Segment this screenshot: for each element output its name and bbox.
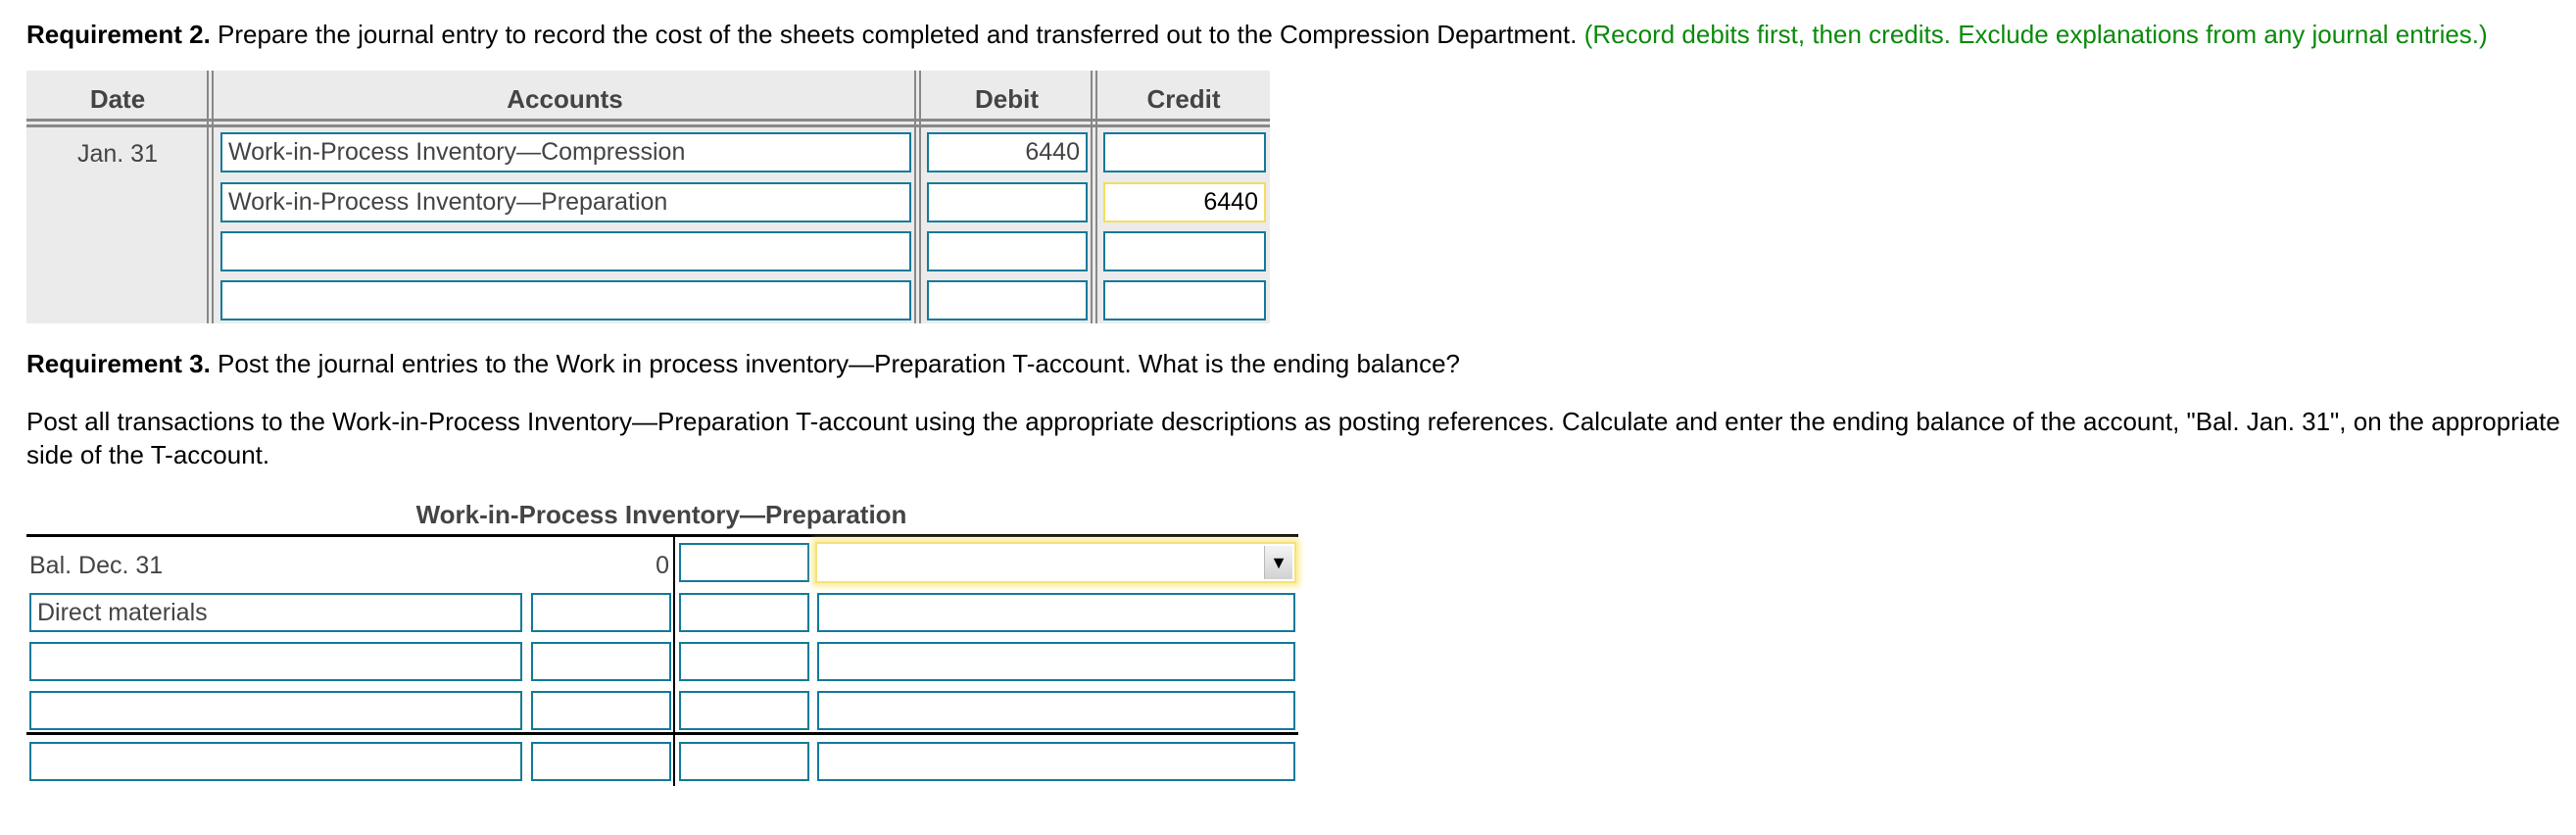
debit-input[interactable]: [927, 231, 1088, 271]
debit-description-input[interactable]: [29, 691, 522, 730]
requirement-2-text: Prepare the journal entry to record the …: [210, 20, 1578, 49]
credit-value-input[interactable]: [679, 642, 809, 681]
header-date: Date: [89, 84, 146, 114]
debit-description-input[interactable]: [29, 642, 522, 681]
credit-description-input[interactable]: [817, 593, 1295, 632]
credit-input[interactable]: [1103, 231, 1266, 271]
header-debit: Debit: [975, 84, 1039, 114]
credit-value-input[interactable]: [679, 593, 809, 632]
account-input[interactable]: Work-in-Process Inventory—Compression: [220, 132, 911, 172]
ending-balance-right-label-input[interactable]: [817, 742, 1295, 781]
account-input[interactable]: [220, 280, 911, 320]
requirement-3-instructions: Post all transactions to the Work-in-Pro…: [26, 407, 2560, 469]
ending-balance-left-label-input[interactable]: [29, 742, 522, 781]
ending-balance-left-value-input[interactable]: [531, 742, 671, 781]
requirement-2-heading: Requirement 2. Prepare the journal entry…: [26, 20, 2488, 50]
credit-input[interactable]: [1103, 132, 1266, 172]
credit-value-input[interactable]: [679, 543, 809, 582]
debit-input[interactable]: [927, 280, 1088, 320]
ending-balance-right-value-input[interactable]: [679, 742, 809, 781]
credit-description-input[interactable]: [817, 642, 1295, 681]
chevron-down-icon[interactable]: ▼: [1264, 546, 1292, 579]
header-credit: Credit: [1146, 84, 1221, 114]
credit-input[interactable]: [1103, 280, 1266, 320]
debit-value-input[interactable]: [531, 642, 671, 681]
column-divider: [914, 71, 921, 323]
credit-description-dropdown[interactable]: ▼: [815, 542, 1296, 583]
t-account-top-line: [26, 534, 1298, 537]
column-divider: [1091, 71, 1097, 323]
opening-balance-value: 0: [656, 552, 669, 579]
t-account-center-line: [673, 536, 675, 786]
account-input[interactable]: Work-in-Process Inventory—Preparation: [220, 182, 911, 222]
debit-value-input[interactable]: [531, 593, 671, 632]
requirement-2-label: Requirement 2.: [26, 20, 211, 49]
header-accounts: Accounts: [507, 84, 623, 114]
t-account-title: Work-in-Process Inventory—Preparation: [415, 500, 907, 529]
debit-description-input[interactable]: Direct materials: [29, 593, 522, 632]
opening-balance-label: Bal. Dec. 31: [29, 552, 164, 579]
credit-value-input[interactable]: [679, 691, 809, 730]
t-account-balance-line: [26, 732, 1298, 735]
column-divider: [207, 71, 214, 323]
credit-input[interactable]: 6440: [1103, 182, 1266, 222]
credit-description-input[interactable]: [817, 691, 1295, 730]
debit-input[interactable]: [927, 182, 1088, 222]
requirement-2-instruction: (Record debits first, then credits. Excl…: [1577, 20, 2488, 49]
requirement-3-label: Requirement 3.: [26, 349, 211, 378]
entry-date: Jan. 31: [76, 140, 158, 168]
debit-value-input[interactable]: [531, 691, 671, 730]
requirement-3-text: Post the journal entries to the Work in …: [210, 349, 1461, 378]
requirement-3-heading: Requirement 3. Post the journal entries …: [26, 349, 1460, 379]
account-input[interactable]: [220, 231, 911, 271]
debit-input[interactable]: 6440: [927, 132, 1088, 172]
